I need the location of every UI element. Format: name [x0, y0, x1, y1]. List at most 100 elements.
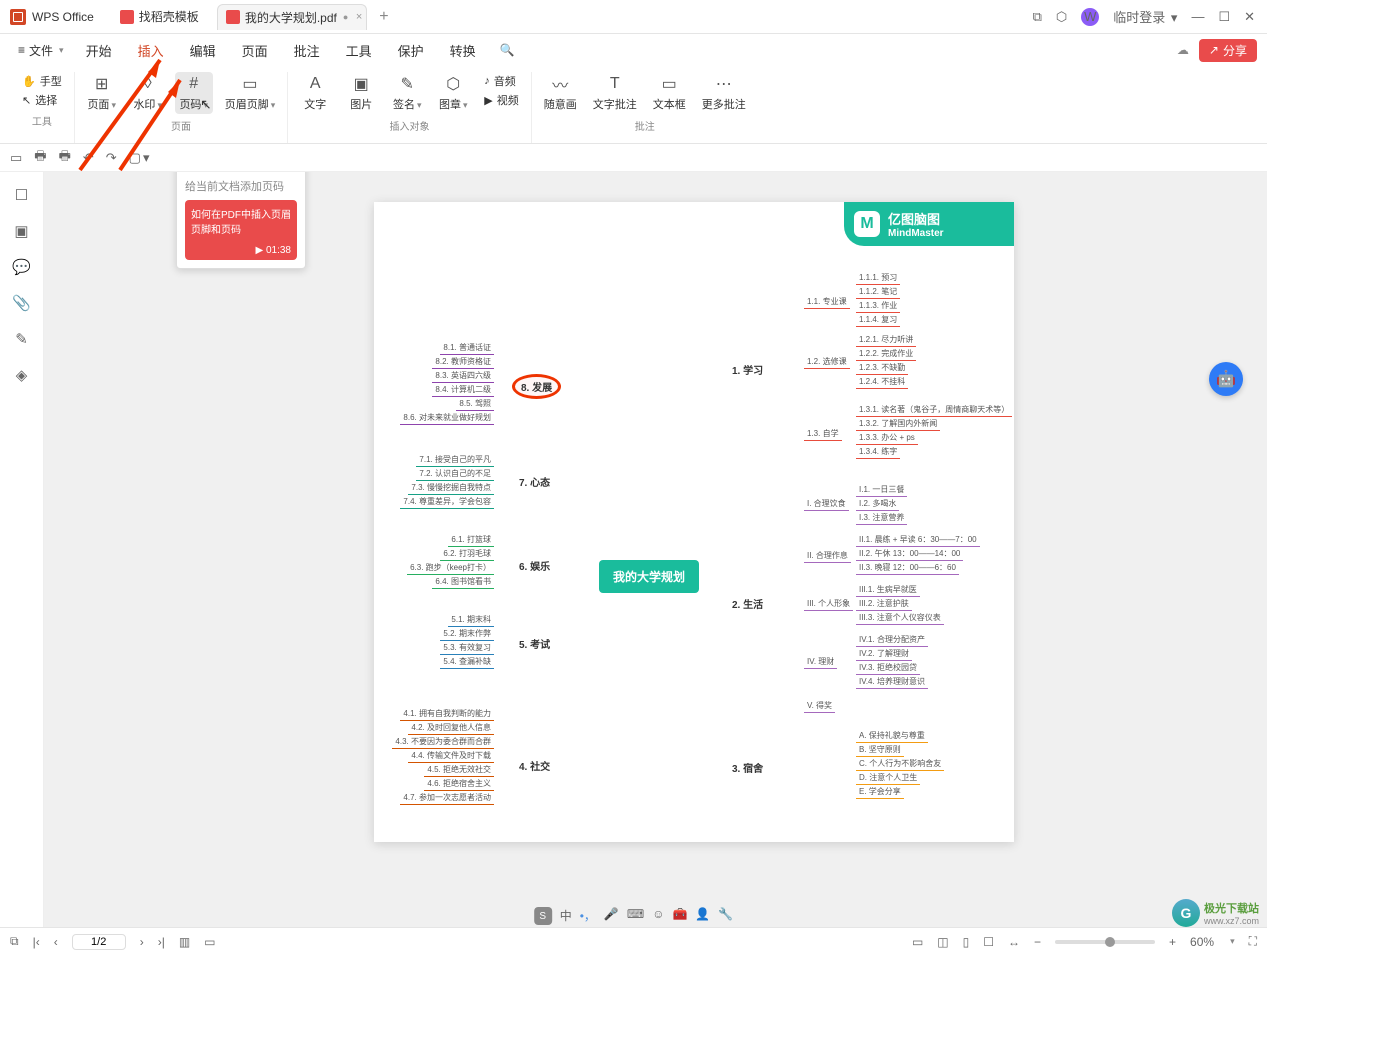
ime-mic-icon[interactable]: 🎤 — [604, 907, 619, 925]
menu-convert[interactable]: 转换 — [438, 37, 488, 64]
image-button[interactable]: ▣图片 — [342, 72, 380, 114]
leaf-node: 5.4. 查漏补缺 — [440, 656, 494, 669]
cloud-icon[interactable]: ☁ — [1177, 43, 1189, 57]
site-watermark: G 极光下载站 www.xz7.com — [1172, 899, 1259, 927]
last-page-button[interactable]: ›| — [158, 935, 165, 949]
text-button[interactable]: A文字 — [296, 72, 334, 114]
leaf-node: 1.2.4. 不挂科 — [856, 376, 908, 389]
bookmark-icon[interactable]: ☐ — [15, 186, 28, 204]
mindmaster-badge: M 亿图脑图MindMaster — [844, 202, 1014, 246]
ribbon-group-annotate: 〰随意画 T文字批注 ▭文本框 ⋯更多批注 批注 — [532, 72, 758, 143]
avatar[interactable]: W — [1081, 8, 1099, 26]
panel-icon[interactable]: ⧉ — [1033, 9, 1042, 25]
minimize-button[interactable]: — — [1191, 9, 1204, 24]
document-canvas[interactable]: 页码 给当前文档添加页码 如何在PDF中插入页眉页脚和页码 ▶ 01:38 M … — [44, 172, 1267, 927]
leaf-node: 1.2.2. 完成作业 — [856, 348, 916, 361]
prev-page-button[interactable]: ‹ — [54, 935, 58, 949]
layers-icon[interactable]: ◈ — [16, 366, 28, 384]
leaf-node: 7.4. 尊重差异，学会包容 — [400, 496, 494, 509]
branch-label: 6. 娱乐 — [519, 558, 550, 573]
titlebar: WPS Office 找稻壳模板 我的大学规划.pdf ● × + ⧉ ⬡ W … — [0, 0, 1267, 34]
search-icon[interactable]: 🔍 — [500, 43, 515, 57]
freehand-button[interactable]: 〰随意画 — [540, 72, 581, 114]
hand-tool[interactable]: ✋手型 — [18, 72, 66, 90]
branch-label: 4. 社交 — [519, 758, 550, 773]
page-input[interactable] — [72, 934, 126, 950]
login-text[interactable]: 临时登录 ▾ — [1113, 7, 1177, 26]
zoom-in-button[interactable]: + — [1169, 935, 1176, 949]
ime-keyboard-icon[interactable]: ⌨ — [627, 907, 644, 925]
first-page-button[interactable]: |‹ — [33, 935, 40, 949]
video-button[interactable]: ▶视频 — [480, 91, 522, 109]
group-title: 插入对象 — [389, 118, 429, 133]
text-annot-button[interactable]: T文字批注 — [589, 72, 641, 114]
zoom-slider[interactable] — [1055, 940, 1155, 944]
menu-tools[interactable]: 工具 — [334, 37, 384, 64]
pdf-icon — [226, 10, 240, 24]
ime-dot-icon[interactable]: •， — [580, 907, 596, 925]
header-footer-button[interactable]: ▭页眉页脚▾ — [221, 72, 280, 114]
menu-page[interactable]: 页面 — [230, 37, 280, 64]
leaf-node: B. 坚守原则 — [856, 744, 904, 757]
cube-icon[interactable]: ⬡ — [1056, 9, 1067, 25]
ime-lang[interactable]: 中 — [560, 907, 572, 925]
panels-icon[interactable]: ⧉ — [10, 934, 19, 949]
center-node: 我的大学规划 — [599, 560, 699, 593]
stamp-button[interactable]: ⬡图章▾ — [434, 72, 472, 114]
leaf-node: 8.5. 驾照 — [456, 398, 494, 411]
leaf-node: 8.6. 对未来就业做好规划 — [400, 412, 494, 425]
sign-button[interactable]: ✎签名▾ — [388, 72, 426, 114]
assistant-fab[interactable]: 🤖 — [1209, 362, 1243, 396]
close-button[interactable]: ✕ — [1244, 9, 1255, 25]
ime-settings-icon[interactable]: 🔧 — [718, 907, 733, 925]
view-mode-1[interactable]: ▭ — [912, 935, 923, 949]
menu-protect[interactable]: 保护 — [386, 37, 436, 64]
continuous-icon[interactable]: ▥ — [179, 935, 190, 949]
ime-emoji-icon[interactable]: ☺ — [652, 907, 664, 925]
leaf-node: 4.7. 参加一次志愿者活动 — [400, 792, 494, 805]
menu-comment[interactable]: 批注 — [282, 37, 332, 64]
signatures-icon[interactable]: ✎ — [15, 330, 28, 348]
attachments-icon[interactable]: 📎 — [12, 294, 31, 312]
fullscreen-icon[interactable]: ⛶ — [1249, 934, 1257, 949]
sogou-icon[interactable]: S — [534, 907, 552, 925]
leaf-node: 5.3. 有效复习 — [440, 642, 494, 655]
zoom-out-button[interactable]: − — [1034, 935, 1041, 949]
ime-user-icon[interactable]: 👤 — [695, 907, 710, 925]
select-tool[interactable]: ↖选择 — [18, 91, 66, 109]
view-mode-4[interactable]: ☐ — [983, 935, 994, 949]
thumbnail-icon[interactable]: ▭ — [204, 935, 215, 949]
ribbon-group-insert: A文字 ▣图片 ✎签名▾ ⬡图章▾ ♪音频 ▶视频 插入对象 — [288, 72, 531, 143]
leaf-node: 8.1. 普通话证 — [440, 342, 494, 355]
sub-node: 1.3. 自学 — [804, 428, 842, 441]
leaf-node: 1.2.3. 不缺勤 — [856, 362, 908, 375]
audio-button[interactable]: ♪音频 — [480, 72, 522, 90]
leaf-node: 1.3.3. 办公 + ps — [856, 432, 918, 445]
ribbon-group-tools: ✋手型 ↖选择 工具 — [10, 72, 75, 143]
maximize-button[interactable]: ☐ — [1218, 9, 1230, 25]
textbox-icon: ▭ — [659, 74, 679, 94]
comments-icon[interactable]: 💬 — [12, 258, 31, 276]
fit-width-icon[interactable]: ↔ — [1008, 935, 1020, 949]
share-button[interactable]: ↗ 分享 — [1199, 39, 1257, 62]
save-icon[interactable]: 🖶 — [34, 147, 46, 169]
textbox-button[interactable]: ▭文本框 — [649, 72, 690, 114]
tab-templates[interactable]: 找稻壳模板 — [112, 4, 217, 30]
highlighted-node: 8. 发展 — [512, 374, 561, 399]
file-menu[interactable]: ≡ 文件 ▾ — [10, 39, 72, 62]
tooltip-video-thumb[interactable]: 如何在PDF中插入页眉页脚和页码 ▶ 01:38 — [185, 200, 297, 260]
thumbnails-icon[interactable]: ▣ — [14, 222, 28, 240]
add-tab-button[interactable]: + — [379, 8, 388, 26]
leaf-node: 8.3. 英语四六级 — [432, 370, 494, 383]
zoom-value[interactable]: 60% — [1190, 935, 1214, 949]
close-icon[interactable]: × — [356, 11, 362, 23]
more-annot-button[interactable]: ⋯更多批注 — [698, 72, 750, 114]
view-mode-2[interactable]: ◫ — [937, 935, 948, 949]
leaf-node: 4.6. 拒绝宿舍主义 — [424, 778, 494, 791]
next-page-button[interactable]: › — [140, 935, 144, 949]
branch-label: 2. 生活 — [732, 596, 763, 611]
tab-document[interactable]: 我的大学规划.pdf ● × — [217, 4, 367, 30]
ime-toolbox-icon[interactable]: 🧰 — [672, 907, 687, 925]
view-mode-3[interactable]: ▯ — [963, 935, 970, 949]
open-icon[interactable]: ▭ — [10, 150, 22, 166]
